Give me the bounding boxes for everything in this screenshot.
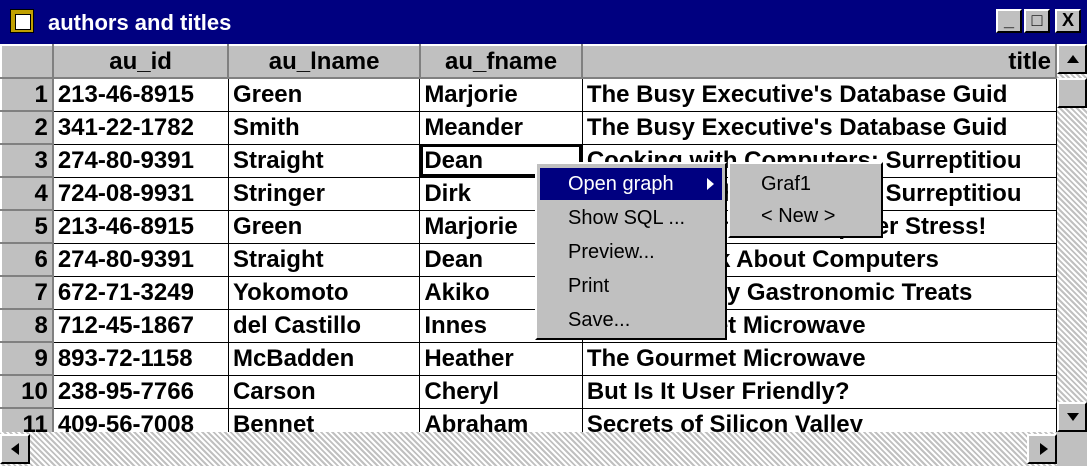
table-row[interactable]: 4724-08-9931StringerDirkCooking with Com… bbox=[0, 176, 1057, 211]
cell-au-id[interactable]: 724-08-9931 bbox=[52, 176, 229, 211]
table-row[interactable]: 7 672-71-3249 Yokomoto Akiko Silicon Valley … bbox=[0, 275, 1057, 310]
cell-au-id[interactable]: 409-56-7008 bbox=[52, 407, 229, 432]
results-table: au_id au_lname au_fname title 1 213-46-89… bbox=[0, 44, 1057, 432]
cell-au-lname[interactable]: Green bbox=[227, 209, 421, 244]
cell-au-id[interactable]: 893-72-1158 bbox=[52, 341, 229, 376]
row-number[interactable]: 4 bbox=[0, 176, 54, 211]
header-row: au_id au_lname au_fname title bbox=[0, 44, 1057, 79]
cell-au-lname[interactable]: Stringer bbox=[227, 176, 421, 211]
row-number[interactable]: 9 bbox=[0, 341, 54, 376]
menu-item-show-sql[interactable]: Show SQL ... bbox=[540, 202, 722, 234]
cell-title[interactable]: The Busy Executive's Database Guid bbox=[581, 110, 1057, 145]
scroll-right-button[interactable] bbox=[1027, 434, 1057, 464]
cell-au-lname[interactable]: del Castillo bbox=[227, 308, 421, 343]
column-header-au-id[interactable]: au_id bbox=[51, 44, 230, 79]
scroll-thumb[interactable] bbox=[1057, 78, 1087, 108]
submenu-item-graf1[interactable]: Graf1 bbox=[733, 168, 878, 200]
cell-au-lname[interactable]: Smith bbox=[227, 110, 421, 145]
cell-au-id[interactable]: 238-95-7766 bbox=[52, 374, 229, 409]
cell-au-id[interactable]: 213-46-8915 bbox=[52, 77, 229, 112]
scroll-up-button[interactable] bbox=[1057, 44, 1087, 74]
corner-header[interactable] bbox=[0, 44, 54, 79]
cell-au-lname[interactable]: McBadden bbox=[227, 341, 421, 376]
title-bar[interactable]: authors and titles _ □ X bbox=[0, 0, 1087, 44]
close-button[interactable]: X bbox=[1055, 9, 1081, 33]
table-row[interactable]: 2 341-22-1782 Smith Meander The Busy Executi… bbox=[0, 110, 1057, 145]
arrow-up-icon bbox=[1067, 55, 1079, 63]
vertical-scrollbar[interactable] bbox=[1057, 44, 1087, 432]
menu-item-preview[interactable]: Preview... bbox=[540, 236, 722, 268]
table-row[interactable]: 10 238-95-7766 Carson Cheryl But Is It User … bbox=[0, 374, 1057, 409]
arrow-right-icon bbox=[1040, 443, 1048, 455]
cell-au-fname[interactable]: Cheryl bbox=[419, 374, 583, 409]
row-number[interactable]: 1 bbox=[0, 77, 54, 112]
arrow-down-icon bbox=[1067, 413, 1079, 421]
cell-au-lname[interactable]: Straight bbox=[227, 242, 421, 277]
cell-au-lname[interactable]: Green bbox=[227, 77, 421, 112]
table-row[interactable]: 9 893-72-1158 McBadden Heather The Gourmet M… bbox=[0, 341, 1057, 376]
submenu-item-new[interactable]: < New > bbox=[733, 200, 878, 232]
column-header-au-fname[interactable]: au_fname bbox=[418, 44, 584, 79]
cell-au-lname[interactable]: Yokomoto bbox=[227, 275, 421, 310]
table-icon bbox=[10, 9, 34, 33]
column-header-title[interactable]: title bbox=[581, 44, 1057, 79]
arrow-left-icon bbox=[11, 443, 19, 455]
menu-item-label: Open graph bbox=[568, 173, 674, 195]
cell-au-lname[interactable]: Straight bbox=[227, 143, 421, 178]
cell-au-id[interactable]: 274-80-9391 bbox=[52, 242, 229, 277]
cell-au-lname[interactable]: Bennet bbox=[227, 407, 421, 432]
size-grip[interactable] bbox=[1057, 432, 1087, 466]
cell-au-id[interactable]: 341-22-1782 bbox=[52, 110, 229, 145]
submenu-arrow-icon bbox=[707, 178, 714, 190]
table-row[interactable]: 5213-46-8915GreenMarjorieYou Can Combat … bbox=[0, 209, 1057, 244]
row-number[interactable]: 11 bbox=[0, 407, 54, 432]
horizontal-scrollbar[interactable] bbox=[0, 432, 1057, 466]
cell-title[interactable]: The Gourmet Microwave bbox=[581, 341, 1057, 376]
column-header-au-lname[interactable]: au_lname bbox=[227, 44, 421, 79]
open-graph-submenu: Graf1 < New > bbox=[728, 162, 883, 238]
row-number[interactable]: 2 bbox=[0, 110, 54, 145]
table-row[interactable]: 1 213-46-8915 Green Marjorie The Busy Execut… bbox=[0, 77, 1057, 112]
context-menu: Open graph Show SQL ... Preview... Print… bbox=[535, 162, 727, 340]
table-row[interactable]: 6 274-80-9391 Straight Dean Straight Talk Ab… bbox=[0, 242, 1057, 277]
row-number[interactable]: 8 bbox=[0, 308, 54, 343]
row-number[interactable]: 7 bbox=[0, 275, 54, 310]
scroll-left-button[interactable] bbox=[0, 434, 30, 464]
cell-au-id[interactable]: 672-71-3249 bbox=[52, 275, 229, 310]
cell-au-id[interactable]: 274-80-9391 bbox=[52, 143, 229, 178]
row-number[interactable]: 6 bbox=[0, 242, 54, 277]
cell-au-id[interactable]: 712-45-1867 bbox=[52, 308, 229, 343]
maximize-button[interactable]: □ bbox=[1024, 9, 1050, 33]
minimize-button[interactable]: _ bbox=[996, 9, 1022, 33]
cell-au-id[interactable]: 213-46-8915 bbox=[52, 209, 229, 244]
table-row[interactable]: 3 274-80-9391 Straight Dean Cooking with Com… bbox=[0, 143, 1057, 178]
row-number[interactable]: 3 bbox=[0, 143, 54, 178]
cell-title[interactable]: But Is It User Friendly? bbox=[581, 374, 1057, 409]
cell-au-fname[interactable]: Meander bbox=[419, 110, 583, 145]
window-title: authors and titles bbox=[48, 10, 232, 35]
table-row[interactable]: 8712-45-1867del CastilloInnesThe Gourmet… bbox=[0, 308, 1057, 343]
row-number[interactable]: 10 bbox=[0, 374, 54, 409]
menu-item-save[interactable]: Save... bbox=[540, 304, 722, 336]
cell-au-fname[interactable]: Marjorie bbox=[419, 77, 583, 112]
cell-title[interactable]: Secrets of Silicon Valley bbox=[581, 407, 1057, 432]
menu-item-print[interactable]: Print bbox=[540, 270, 722, 302]
authors-and-titles-window: authors and titles _ □ X au_id au_lname … bbox=[0, 0, 1087, 466]
cell-title[interactable]: The Busy Executive's Database Guid bbox=[581, 77, 1057, 112]
row-number[interactable]: 5 bbox=[0, 209, 54, 244]
table-row[interactable]: 11 409-56-7008 Bennet Abraham Secrets of Sil… bbox=[0, 407, 1057, 432]
scroll-down-button[interactable] bbox=[1057, 402, 1087, 432]
cell-au-lname[interactable]: Carson bbox=[227, 374, 421, 409]
menu-item-open-graph[interactable]: Open graph bbox=[540, 168, 722, 200]
cell-au-fname[interactable]: Abraham bbox=[419, 407, 583, 432]
data-grid: au_id au_lname au_fname title 1 213-46-89… bbox=[0, 44, 1057, 432]
cell-au-fname[interactable]: Heather bbox=[419, 341, 583, 376]
